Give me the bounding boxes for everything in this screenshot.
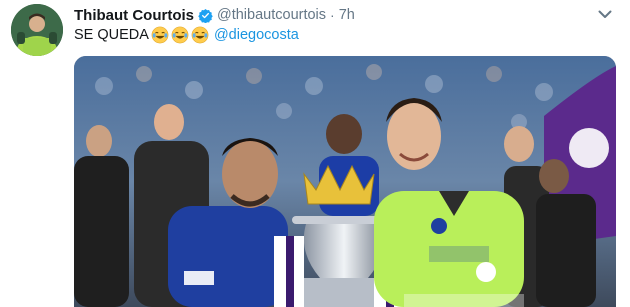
tweet-text: SE QUEDA @diegocosta [74, 25, 299, 45]
joy-emoji-icon [151, 26, 169, 44]
joy-emoji-icon [171, 26, 189, 44]
tweet-body: SE QUEDA [74, 27, 149, 43]
tweet[interactable]: Thibaut Courtois @thibautcourtois · 7h S… [0, 0, 630, 307]
tweet-header: Thibaut Courtois @thibautcourtois · 7h [74, 5, 355, 25]
tweet-photo[interactable] [74, 56, 616, 307]
verified-badge-icon [198, 8, 213, 23]
separator-dot: · [330, 7, 335, 23]
author-handle[interactable]: @thibautcourtois [217, 7, 326, 23]
timestamp-link[interactable]: 7h [339, 7, 355, 23]
mention-link[interactable]: @diegocosta [214, 27, 299, 43]
author-name[interactable]: Thibaut Courtois [74, 7, 194, 24]
chevron-down-icon[interactable] [596, 7, 614, 21]
joy-emoji-icon [191, 26, 209, 44]
emoji-group [151, 26, 209, 44]
avatar[interactable] [11, 4, 63, 56]
